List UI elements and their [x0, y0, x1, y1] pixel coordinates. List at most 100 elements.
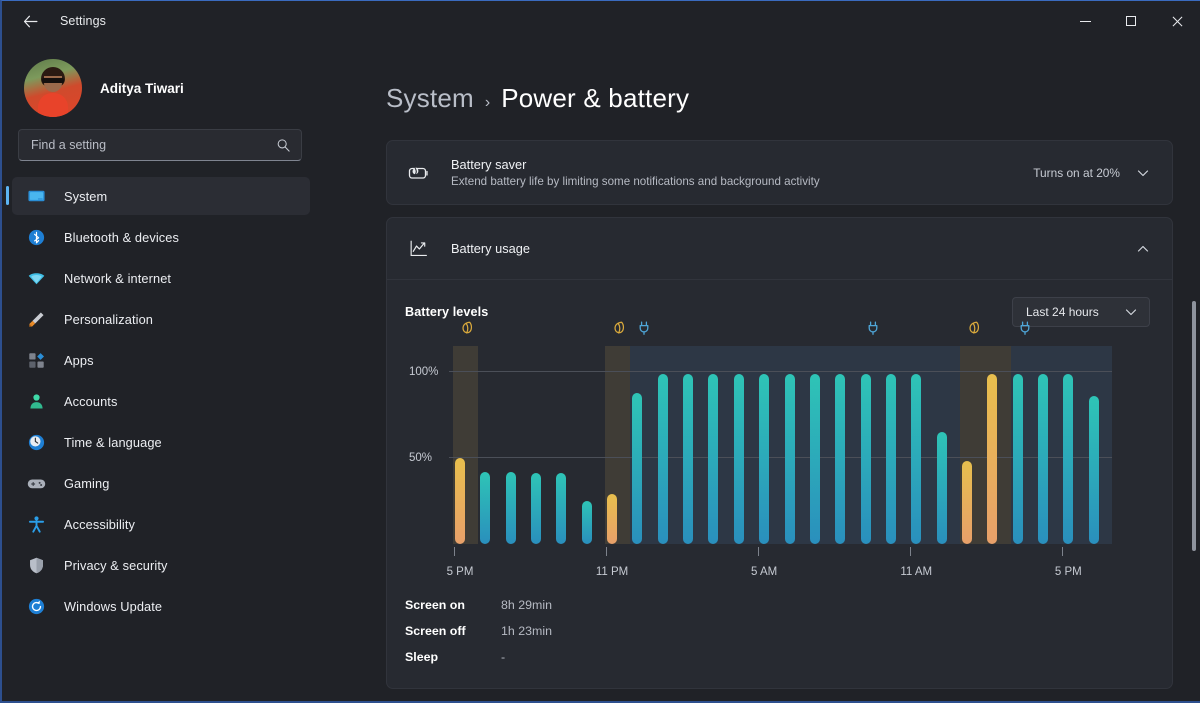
- chart-bar[interactable]: [657, 373, 668, 544]
- monitor-icon: [26, 186, 46, 206]
- chart-bar[interactable]: [987, 373, 998, 544]
- time-range-select[interactable]: Last 24 hours: [1012, 297, 1150, 327]
- stat-key: Screen off: [405, 624, 466, 638]
- chevron-up-icon[interactable]: [1136, 242, 1150, 256]
- apps-icon: [26, 350, 46, 370]
- sidebar-item-label: System: [64, 188, 108, 204]
- chevron-down-icon[interactable]: [1136, 166, 1150, 180]
- sidebar-item-accounts[interactable]: Accounts: [12, 382, 310, 420]
- x-axis-tick: [606, 547, 608, 556]
- time-range-value: Last 24 hours: [1026, 305, 1099, 319]
- minimize-button[interactable]: [1062, 1, 1108, 41]
- close-button[interactable]: [1154, 1, 1200, 41]
- breadcrumb-separator: ›: [484, 94, 491, 111]
- sidebar-item-label: Network & internet: [64, 270, 172, 286]
- chart-bar[interactable]: [759, 373, 770, 544]
- chart-bar[interactable]: [581, 500, 592, 544]
- stat-row: Sleep -: [405, 644, 1150, 670]
- sidebar-item-bluetooth-devices[interactable]: Bluetooth & devices: [12, 218, 310, 256]
- chart-bar[interactable]: [556, 473, 567, 544]
- chart-bar[interactable]: [480, 471, 491, 544]
- breadcrumb: System › Power & battery: [324, 41, 1200, 114]
- sidebar-item-windows-update[interactable]: Windows Update: [12, 587, 310, 625]
- bluetooth-icon: [26, 227, 46, 247]
- maximize-button[interactable]: [1108, 1, 1154, 41]
- battery-levels-title: Battery levels: [405, 305, 489, 319]
- sidebar-item-privacy-security[interactable]: Privacy & security: [12, 546, 310, 584]
- search-input[interactable]: [31, 138, 271, 152]
- chart-bar[interactable]: [885, 373, 896, 544]
- sidebar-item-label: Accessibility: [64, 516, 135, 532]
- chart-bar[interactable]: [835, 373, 846, 544]
- chart-bar[interactable]: [1088, 395, 1099, 544]
- gridline: [449, 370, 1112, 372]
- battery-usage-right: [1136, 242, 1150, 256]
- leaf-icon: [967, 320, 981, 336]
- scrollbar-track[interactable]: [1191, 173, 1197, 697]
- back-button[interactable]: [8, 5, 52, 37]
- chart-bar[interactable]: [860, 373, 871, 544]
- chart-bar[interactable]: [531, 473, 542, 544]
- wifi-icon: [26, 268, 46, 288]
- clock-icon: [26, 432, 46, 452]
- battery-saver-texts: Battery saver Extend battery life by lim…: [451, 157, 820, 188]
- sidebar-item-label: Privacy & security: [64, 557, 168, 573]
- stat-row: Screen off 1h 23min: [405, 618, 1150, 644]
- battery-saver-value: Turns on at 20%: [1033, 165, 1120, 180]
- chart-bar[interactable]: [733, 373, 744, 544]
- stat-key: Screen on: [405, 598, 465, 612]
- sidebar: Aditya Tiwari System Bluetooth & devices N…: [2, 41, 324, 701]
- x-axis-label: 5 AM: [751, 566, 778, 578]
- chart-bar[interactable]: [911, 373, 922, 544]
- sidebar-item-apps[interactable]: Apps: [12, 341, 310, 379]
- sidebar-item-label: Bluetooth & devices: [64, 229, 180, 245]
- close-icon: [1171, 15, 1183, 27]
- battery-usage-title: Battery usage: [451, 241, 530, 256]
- sidebar-item-label: Windows Update: [64, 598, 163, 614]
- x-axis-tick: [910, 547, 912, 556]
- minimize-icon: [1079, 20, 1091, 22]
- y-axis-label: 100%: [409, 365, 439, 378]
- chevron-down-icon: [1125, 309, 1137, 316]
- x-axis-tick: [758, 547, 760, 556]
- sidebar-item-personalization[interactable]: Personalization: [12, 300, 310, 338]
- chart-bar[interactable]: [683, 373, 694, 544]
- chart-bar[interactable]: [809, 373, 820, 544]
- arrow-left-icon: [23, 15, 37, 27]
- chart-bar[interactable]: [1063, 373, 1074, 544]
- chart-plot-area: 50% 100% 5 PM 11 PM 5 AM 11 AM 5 PM: [409, 321, 1112, 578]
- plug-icon: [637, 320, 651, 336]
- chart-bar[interactable]: [936, 432, 947, 544]
- breadcrumb-root[interactable]: System: [386, 83, 474, 114]
- chart-bar[interactable]: [1037, 373, 1048, 544]
- battery-usage-header[interactable]: Battery usage: [387, 218, 1172, 280]
- sidebar-item-accessibility[interactable]: Accessibility: [12, 505, 310, 543]
- sidebar-item-label: Apps: [64, 352, 94, 368]
- profile-name: Aditya Tiwari: [100, 80, 184, 96]
- x-axis-label: 11 PM: [595, 566, 629, 578]
- sidebar-item-time-language[interactable]: Time & language: [12, 423, 310, 461]
- battery-saver-card[interactable]: Battery saver Extend battery life by lim…: [386, 140, 1173, 205]
- chart-bar[interactable]: [505, 471, 516, 544]
- scrollbar-thumb[interactable]: [1192, 301, 1196, 551]
- sidebar-item-network-internet[interactable]: Network & internet: [12, 259, 310, 297]
- paintbrush-icon: [26, 309, 46, 329]
- search-box[interactable]: [18, 129, 302, 161]
- sidebar-item-gaming[interactable]: Gaming: [12, 464, 310, 502]
- leaf-icon: [612, 320, 626, 336]
- content-pane: System › Power & battery Battery saver E…: [324, 41, 1200, 701]
- battery-saver-right: Turns on at 20%: [1033, 166, 1150, 180]
- x-axis-label: 11 AM: [900, 566, 933, 578]
- chart-bar[interactable]: [632, 392, 643, 544]
- chart-bar[interactable]: [607, 494, 618, 544]
- chart-bar[interactable]: [961, 461, 972, 544]
- window-title: Settings: [60, 14, 106, 28]
- profile-section[interactable]: Aditya Tiwari: [2, 41, 324, 117]
- chart-bar[interactable]: [708, 373, 719, 544]
- sidebar-item-system[interactable]: System: [6, 177, 310, 215]
- chart-bar[interactable]: [784, 373, 795, 544]
- battery-saver-title: Battery saver: [451, 157, 527, 172]
- chart-bar[interactable]: [1012, 373, 1023, 544]
- x-axis-tick: [454, 547, 455, 556]
- chart-bar[interactable]: [455, 457, 465, 544]
